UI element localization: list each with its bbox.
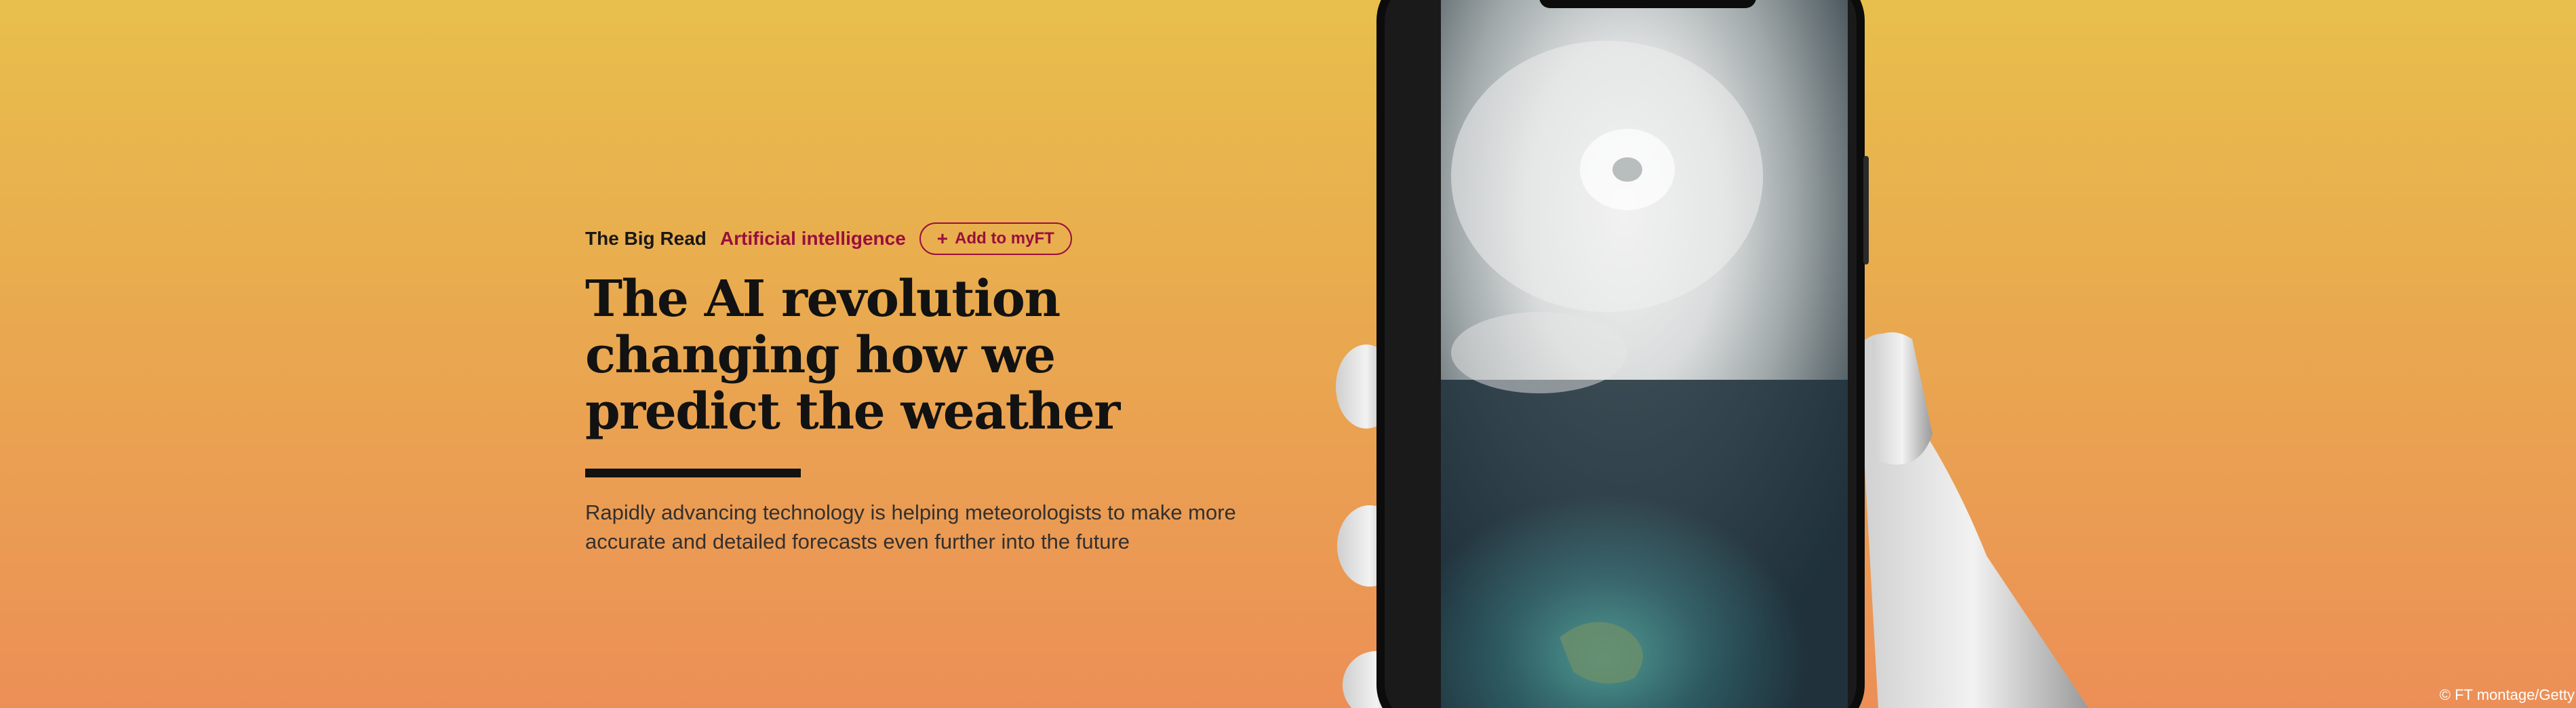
series-label: The Big Read [585, 228, 707, 249]
phone-satellite-image [1336, 0, 2088, 708]
plus-icon: + [936, 228, 949, 249]
myft-button-label: Add to myFT [955, 229, 1054, 248]
article-headline: The AI revolution changing how we predic… [585, 270, 1120, 441]
article-standfirst: Rapidly advancing technology is helping … [585, 500, 1236, 553]
article-hero: The Big Read Artificial intelligence + A… [585, 221, 1331, 577]
add-to-myft-button[interactable]: + Add to myFT [919, 222, 1072, 255]
topic-link[interactable]: Artificial intelligence [720, 228, 906, 250]
headline-rule [585, 469, 801, 477]
image-credit: © FT montage/Getty [2439, 686, 2575, 703]
article-meta: The Big Read Artificial intelligence + A… [585, 221, 1331, 256]
